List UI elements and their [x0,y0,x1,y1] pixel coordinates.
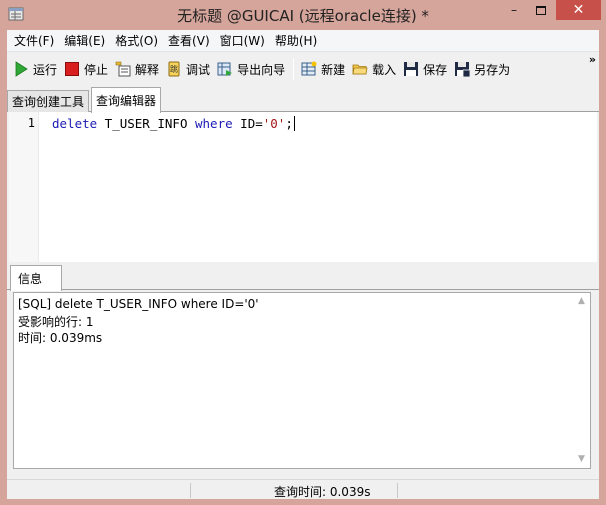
load-button[interactable]: 载入 [349,57,400,81]
floppy-save-as-icon [455,62,471,77]
info-line: 受影响的行: 1 [18,315,94,329]
stop-button[interactable]: 停止 [61,57,112,81]
menu-file[interactable]: 文件(F) [9,32,59,49]
menu-help[interactable]: 帮助(H) [270,32,322,49]
maximize-icon [536,5,546,15]
info-line: 时间: 0.039ms [18,331,103,345]
folder-icon [352,64,368,75]
sql-editor[interactable]: 1 delete T_USER_INFO where ID='0'; [9,112,597,262]
export-wizard-icon [217,62,233,76]
status-divider [190,483,191,498]
tab-query-builder[interactable]: 查询创建工具 [7,90,90,112]
menu-bar: 文件(F) 编辑(E) 格式(O) 查看(V) 窗口(W) 帮助(H) [7,30,599,52]
svg-text:跳: 跳 [170,64,178,74]
info-line: [SQL] delete T_USER_INFO where ID='0' [18,297,259,311]
tab-query-editor-label: 查询编辑器 [96,94,157,108]
save-button[interactable]: 保存 [400,57,451,81]
tab-query-builder-label: 查询创建工具 [12,95,85,109]
sql-condition: ID= [232,116,263,131]
run-label: 运行 [33,62,58,77]
save-label: 保存 [423,62,448,77]
explain-label: 解释 [135,62,160,77]
tab-info-label: 信息 [18,272,43,286]
line-number-gutter: 1 [9,112,39,262]
code-line[interactable]: delete T_USER_INFO where ID='0'; [52,116,295,131]
scroll-up-arrow-icon[interactable]: ▲ [573,293,590,310]
tab-info[interactable]: 信息 [10,265,62,291]
status-divider [397,483,398,498]
menu-format[interactable]: 格式(O) [110,32,163,49]
new-query-icon [301,61,317,76]
text-caret [293,116,295,131]
stop-label: 停止 [84,62,109,77]
line-number: 1 [27,116,35,130]
floppy-icon [404,62,419,76]
menu-edit[interactable]: 编辑(E) [59,32,110,49]
menu-window[interactable]: 窗口(W) [215,32,270,49]
play-icon [15,61,28,77]
sql-terminator: ; [285,116,293,131]
toolbar-overflow-chevron-icon[interactable]: » [589,54,596,65]
save-as-label: 另存为 [474,62,511,77]
result-tab-strip: 信息 [7,265,599,291]
debug-label: 调试 [186,62,211,77]
close-icon: ✕ [572,2,585,18]
explain-button[interactable]: 解释 [112,57,163,81]
title-bar[interactable]: 无标题 @GUICAI (远程oracle连接) * – ✕ [0,0,606,30]
export-wizard-button[interactable]: 导出向导 [214,57,289,81]
scroll-down-arrow-icon[interactable]: ▼ [573,451,590,468]
info-message-panel[interactable]: [SQL] delete T_USER_INFO where ID='0' 受影… [13,292,591,469]
toolbar: 运行 停止 解释 跳 调试 导出向导 新建 载入 保存 另存为 » [7,53,599,85]
sql-keyword-delete: delete [52,116,98,131]
client-area: 文件(F) 编辑(E) 格式(O) 查看(V) 窗口(W) 帮助(H) 运行 停… [7,30,599,499]
save-as-button[interactable]: 另存为 [451,57,514,81]
new-label: 新建 [321,62,346,77]
vertical-scrollbar[interactable]: ▲ ▼ [573,293,590,468]
sql-string-literal: '0' [262,116,286,131]
new-button[interactable]: 新建 [298,57,349,81]
query-tab-strip: 查询创建工具 查询编辑器 [7,86,599,113]
app-window: 无标题 @GUICAI (远程oracle连接) * – ✕ 文件(F) 编辑(… [0,0,606,505]
tab-query-editor[interactable]: 查询编辑器 [91,87,162,113]
status-bar: 查询时间: 0.039s [7,479,599,499]
sql-table-name: T_USER_INFO [97,116,195,131]
load-label: 载入 [372,62,397,77]
minimize-button[interactable]: – [501,0,527,20]
minimize-icon: – [511,3,517,17]
close-button[interactable]: ✕ [556,0,601,20]
debug-button[interactable]: 跳 调试 [163,57,214,81]
sql-keyword-where: where [195,116,233,131]
maximize-button[interactable] [528,0,554,20]
query-time-status: 查询时间: 0.039s [274,485,371,499]
menu-view[interactable]: 查看(V) [163,32,215,49]
explain-icon [115,61,131,77]
export-wizard-label: 导出向导 [237,62,286,77]
toolbar-separator [293,58,295,80]
stop-icon [65,62,80,76]
debug-icon: 跳 [168,61,180,77]
run-button[interactable]: 运行 [10,57,61,81]
